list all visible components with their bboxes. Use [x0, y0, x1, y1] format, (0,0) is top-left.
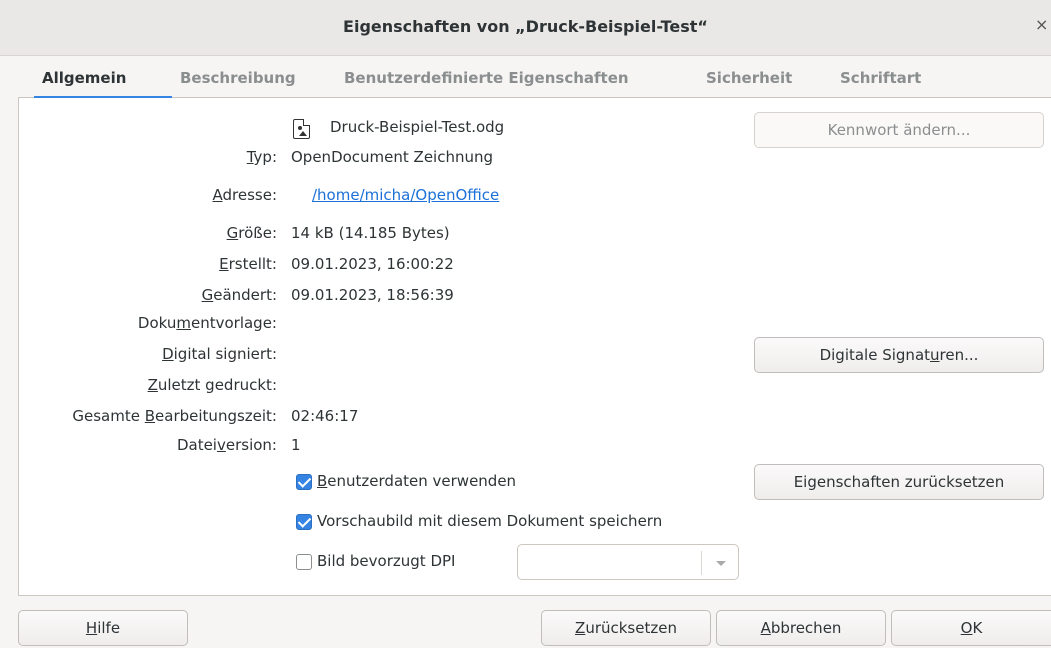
close-icon[interactable]: ×	[1035, 15, 1049, 34]
tab-bar: Allgemein Beschreibung Benutzerdefiniert…	[18, 60, 1051, 98]
ok-button[interactable]: OK	[891, 610, 1051, 646]
file-name: Druck-Beispiel-Test.odg	[330, 118, 505, 136]
printed-label: Zuletzt gedruckt:	[147, 376, 277, 394]
dpi-combobox[interactable]	[517, 544, 739, 580]
address-label: Adresse:	[212, 186, 278, 204]
modified-label: Geändert:	[201, 286, 277, 304]
edit-time-value: 02:46:17	[291, 407, 359, 425]
template-label: Dokumentvorlage:	[137, 314, 277, 332]
window-title: Eigenschaften von „Druck-Beispiel-Test“	[343, 17, 708, 36]
reset-properties-button[interactable]: Eigenschaften zurücksetzen	[754, 464, 1044, 500]
created-value: 09.01.2023, 16:00:22	[291, 255, 454, 273]
address-link[interactable]: /home/micha/OpenOffice	[312, 186, 499, 204]
change-password-button[interactable]: Kennwort ändern...	[754, 112, 1044, 148]
size-value: 14 kB (14.185 Bytes)	[291, 224, 450, 242]
tab-allgemein[interactable]: Allgemein	[42, 69, 126, 87]
chevron-down-icon[interactable]	[716, 561, 726, 566]
tab-sicherheit[interactable]: Sicherheit	[706, 69, 792, 87]
reset-button[interactable]: Zurücksetzen	[541, 610, 711, 646]
type-label: Typ:	[246, 148, 277, 166]
digital-signatures-button[interactable]: Digitale Signat u ren...	[754, 337, 1044, 373]
combo-separator	[701, 551, 702, 575]
cancel-button[interactable]: Abbrechen	[716, 610, 886, 646]
use-user-data-label[interactable]: Benutzerdaten verwenden	[317, 472, 516, 490]
version-label: Dateiversion:	[176, 436, 277, 454]
preferred-dpi-checkbox[interactable]	[296, 554, 312, 570]
use-user-data-checkbox[interactable]	[296, 474, 312, 490]
modified-value: 09.01.2023, 18:56:39	[291, 286, 454, 304]
help-button[interactable]: Hilfe	[18, 610, 188, 646]
size-label: Größe:	[226, 224, 277, 242]
image-file-icon	[293, 119, 310, 139]
tab-beschreibung[interactable]: Beschreibung	[180, 69, 296, 87]
save-thumbnail-checkbox[interactable]	[296, 514, 312, 530]
signed-label: Digital signiert:	[162, 345, 277, 363]
title-bar: Eigenschaften von „Druck-Beispiel-Test“ …	[0, 0, 1051, 56]
preferred-dpi-label[interactable]: Bild bevorzugt DPI	[317, 552, 455, 570]
tab-benutzerdefinierte-eigenschaften[interactable]: Benutzerdefinierte Eigenschaften	[344, 69, 629, 87]
save-thumbnail-label[interactable]: Vorschaubild mit diesem Dokument speiche…	[317, 512, 662, 530]
version-value: 1	[291, 436, 301, 454]
created-label: Erstellt:	[219, 255, 277, 273]
tab-schriftart[interactable]: Schriftart	[840, 69, 921, 87]
type-value: OpenDocument Zeichnung	[291, 148, 494, 166]
edit-time-label: Gesamte Bearbeitungszeit:	[72, 407, 277, 425]
